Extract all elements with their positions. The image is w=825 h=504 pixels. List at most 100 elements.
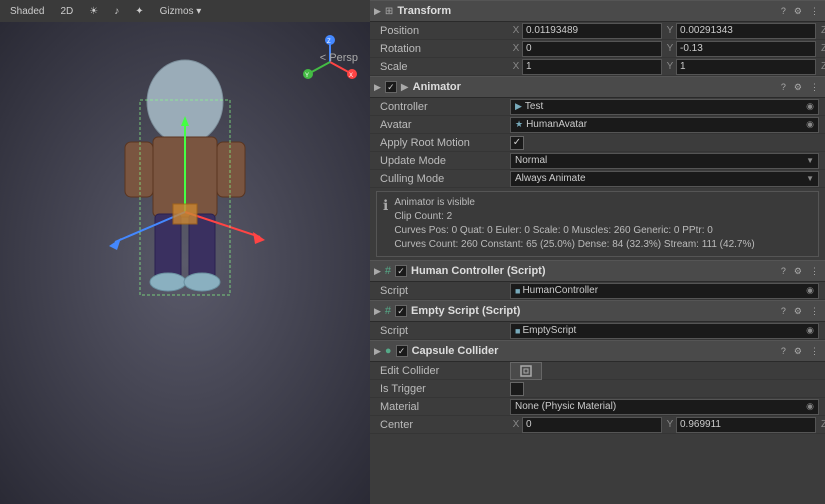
apply-root-motion-row: Apply Root Motion	[370, 134, 825, 152]
transform-header[interactable]: ▶ ⊞ Transform ? ⚙ ⋮	[370, 0, 825, 22]
empty-script-label: Script	[380, 325, 510, 337]
empty-script-icon: ■	[515, 326, 520, 336]
transform-title: Transform	[397, 5, 775, 17]
controller-label: Controller	[380, 101, 510, 113]
culling-mode-value: Always Animate	[515, 173, 586, 184]
transform-overflow[interactable]: ⋮	[808, 6, 821, 17]
controller-field[interactable]: ▶ Test ◉	[510, 99, 819, 115]
animator-arrow[interactable]: ▶	[374, 82, 381, 93]
update-mode-dropdown[interactable]: Normal ▼	[510, 153, 819, 169]
human-controller-help[interactable]: ?	[779, 266, 788, 277]
center-row: Center X Y Z	[370, 416, 825, 434]
capsule-collider-settings[interactable]: ⚙	[792, 346, 804, 357]
gizmos-button[interactable]: Gizmos ▾	[156, 5, 206, 18]
center-z-label: Z	[818, 419, 825, 430]
human-controller-header[interactable]: ▶ # ✓ Human Controller (Script) ? ⚙ ⋮	[370, 260, 825, 282]
shading-button[interactable]: Shaded	[6, 5, 48, 18]
material-field[interactable]: None (Physic Material) ◉	[510, 399, 819, 415]
animator-header[interactable]: ▶ ✓ ▶ Animator ? ⚙ ⋮	[370, 76, 825, 98]
scale-label: Scale	[380, 61, 510, 73]
human-controller-checkbox[interactable]: ✓	[395, 265, 407, 277]
svg-text:Z: Z	[327, 39, 331, 45]
info-line4: Curves Count: 260 Constant: 65 (25.0%) D…	[394, 238, 754, 252]
apply-root-motion-checkbox[interactable]	[510, 136, 524, 150]
animator-info-text: Animator is visible Clip Count: 2 Curves…	[394, 196, 754, 252]
apply-root-motion-label: Apply Root Motion	[380, 137, 510, 149]
info-line2: Clip Count: 2	[394, 210, 754, 224]
rot-z-label: Z	[818, 43, 825, 54]
audio-button[interactable]: ♪	[110, 5, 123, 18]
capsule-collider-arrow[interactable]: ▶	[374, 346, 381, 357]
edit-collider-button[interactable]	[510, 362, 542, 380]
capsule-collider-title: Capsule Collider	[412, 345, 775, 357]
culling-mode-row: Culling Mode Always Animate ▼	[370, 170, 825, 188]
pos-z-label: Z	[818, 25, 825, 36]
effects-button[interactable]: ✦	[131, 5, 147, 18]
capsule-collider-checkbox[interactable]: ✓	[396, 345, 408, 357]
empty-script-header[interactable]: ▶ # ✓ Empty Script (Script) ? ⚙ ⋮	[370, 300, 825, 322]
animator-title: Animator	[413, 81, 775, 93]
human-controller-script-field[interactable]: ■ HumanController ◉	[510, 283, 819, 299]
empty-script-arrow[interactable]: ▶	[374, 306, 381, 317]
empty-script-help[interactable]: ?	[779, 306, 788, 317]
transform-settings[interactable]: ⚙	[792, 6, 804, 17]
animator-overflow[interactable]: ⋮	[808, 82, 821, 93]
capsule-collider-header[interactable]: ▶ ● ✓ Capsule Collider ? ⚙ ⋮	[370, 340, 825, 362]
perspective-label: < Persp	[320, 52, 358, 64]
animator-info-box: ℹ Animator is visible Clip Count: 2 Curv…	[376, 191, 819, 257]
scene-view[interactable]: Z X Y < Persp	[0, 22, 370, 504]
2d-button[interactable]: 2D	[56, 5, 77, 18]
position-row: Position X Y Z	[370, 22, 825, 40]
capsule-collider-help[interactable]: ?	[779, 346, 788, 357]
transform-arrow[interactable]: ▶	[374, 6, 381, 17]
human-controller-overflow[interactable]: ⋮	[808, 266, 821, 277]
rot-y-input[interactable]	[676, 41, 816, 57]
is-trigger-row: Is Trigger	[370, 380, 825, 398]
controller-field-container: ▶ Test ◉	[510, 99, 819, 115]
human-controller-settings[interactable]: ⚙	[792, 266, 804, 277]
scale-row: Scale X Y Z	[370, 58, 825, 76]
update-mode-value: Normal	[515, 155, 547, 166]
avatar-value: HumanAvatar	[526, 119, 587, 130]
viewport-header: Shaded 2D ☀ ♪ ✦ Gizmos ▾	[0, 0, 370, 22]
center-y-input[interactable]	[676, 417, 816, 433]
empty-script-field[interactable]: ■ EmptyScript ◉	[510, 323, 819, 339]
human-controller-script-value: HumanController	[522, 285, 598, 296]
pos-x-input[interactable]	[522, 23, 662, 39]
avatar-arrow: ◉	[806, 119, 814, 130]
empty-script-overflow[interactable]: ⋮	[808, 306, 821, 317]
pos-x-label: X	[510, 25, 522, 36]
rot-x-input[interactable]	[522, 41, 662, 57]
scale-x-input[interactable]	[522, 59, 662, 75]
pos-y-input[interactable]	[676, 23, 816, 39]
avatar-field[interactable]: ★ HumanAvatar ◉	[510, 117, 819, 133]
controller-value: Test	[525, 101, 543, 112]
animator-help[interactable]: ?	[779, 82, 788, 93]
rotation-row: Rotation X Y Z	[370, 40, 825, 58]
animator-icon: ▶	[401, 82, 409, 93]
center-label: Center	[380, 419, 510, 431]
transform-help[interactable]: ?	[779, 6, 788, 17]
empty-script-checkbox[interactable]: ✓	[395, 305, 407, 317]
capsule-collider-overflow[interactable]: ⋮	[808, 346, 821, 357]
is-trigger-checkbox[interactable]	[510, 382, 524, 396]
rotation-label: Rotation	[380, 43, 510, 55]
scale-y-label: Y	[664, 61, 676, 72]
material-value: None (Physic Material)	[515, 401, 616, 412]
scale-y-input[interactable]	[676, 59, 816, 75]
update-mode-label: Update Mode	[380, 155, 510, 167]
animator-enabled-checkbox[interactable]: ✓	[385, 81, 397, 93]
lighting-button[interactable]: ☀	[85, 5, 102, 18]
scale-z-label: Z	[818, 61, 825, 72]
animator-settings[interactable]: ⚙	[792, 82, 804, 93]
culling-mode-label: Culling Mode	[380, 173, 510, 185]
update-mode-arrow: ▼	[806, 156, 814, 165]
edit-collider-icon	[519, 364, 533, 378]
empty-script-settings[interactable]: ⚙	[792, 306, 804, 317]
material-label: Material	[380, 401, 510, 413]
controller-row: Controller ▶ Test ◉	[370, 98, 825, 116]
center-x-input[interactable]	[522, 417, 662, 433]
culling-mode-dropdown[interactable]: Always Animate ▼	[510, 171, 819, 187]
human-controller-arrow[interactable]: ▶	[374, 266, 381, 277]
inspector-panel: ▶ ⊞ Transform ? ⚙ ⋮ Position X Y Z	[370, 0, 825, 504]
